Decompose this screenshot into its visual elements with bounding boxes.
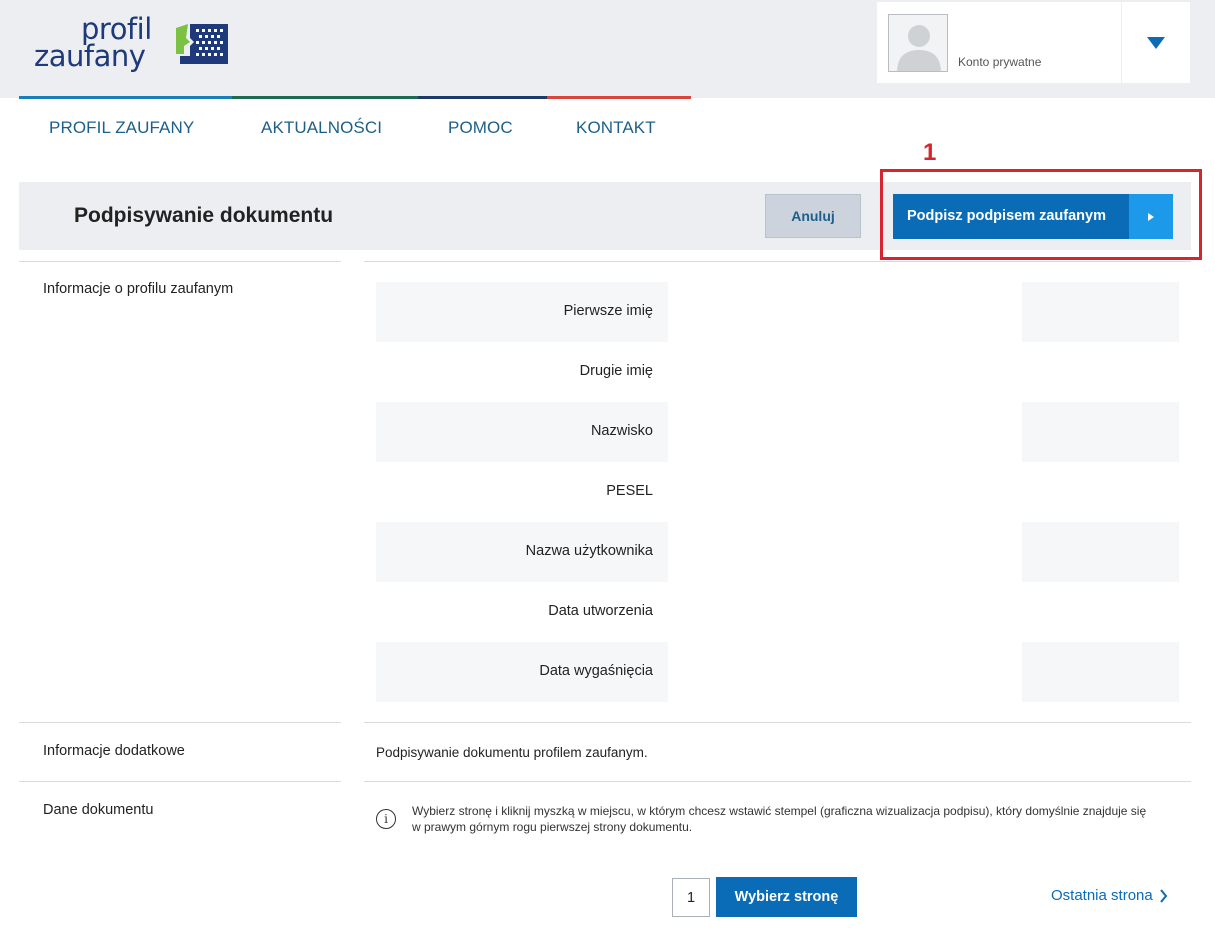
chevron-down-icon: [1147, 36, 1165, 49]
profil-zaufany-logo[interactable]: profil zaufany: [34, 15, 234, 76]
page-number-input[interactable]: [672, 878, 710, 917]
annotation-highlight-box: [880, 169, 1202, 260]
table-row: Drugie imię: [376, 342, 1179, 402]
annotation-number: 1: [923, 139, 937, 166]
main-nav: PROFIL ZAUFANY AKTUALNOŚCI POMOC KONTAKT: [0, 99, 700, 155]
table-row: Pierwsze imię: [376, 282, 1179, 342]
page-title: Podpisywanie dokumentu: [74, 204, 334, 227]
field-value-second-name: [668, 342, 1022, 402]
nav-item-kontakt[interactable]: KONTAKT: [576, 118, 656, 138]
divider: [364, 781, 1191, 782]
chevron-right-icon: [1159, 888, 1168, 903]
section-label-profile-info: Informacje o profilu zaufanym: [43, 281, 234, 297]
logo-text: profil zaufany: [34, 15, 152, 73]
nav-item-profil-zaufany[interactable]: PROFIL ZAUFANY: [49, 118, 194, 138]
choose-page-button[interactable]: Wybierz stronę: [716, 877, 857, 917]
field-label-second-name: Drugie imię: [579, 363, 653, 379]
nav-item-pomoc[interactable]: POMOC: [448, 118, 513, 138]
section-label-document-data: Dane dokumentu: [43, 802, 154, 818]
field-value-pesel: [668, 462, 1022, 522]
last-page-link[interactable]: Ostatnia strona: [1051, 887, 1168, 904]
field-label-first-name: Pierwsze imię: [563, 303, 653, 319]
profile-info-table: Pierwsze imię Drugie imię Nazwisko PESEL…: [376, 282, 1179, 702]
logo-line-2: zaufany: [34, 39, 146, 73]
additional-info-text: Podpisywanie dokumentu profilem zaufanym…: [376, 745, 648, 760]
field-label-pesel: PESEL: [606, 483, 653, 499]
account-type-label: Konto prywatne: [958, 55, 1042, 69]
table-row: Nazwisko: [376, 402, 1179, 462]
field-value-first-name: [668, 282, 1022, 342]
table-row: Data wygaśnięcia: [376, 642, 1179, 702]
field-label-username: Nazwa użytkownika: [525, 543, 653, 559]
document-instruction-text: Wybierz stronę i kliknij myszką w miejsc…: [412, 804, 1147, 834]
table-row: PESEL: [376, 462, 1179, 522]
divider: [19, 781, 341, 782]
divider: [364, 261, 1191, 262]
field-value-created-date: [668, 582, 1022, 642]
logo-mark-icon: [176, 24, 228, 64]
avatar: [888, 14, 948, 72]
info-icon: i: [376, 809, 396, 829]
table-row: Nazwa użytkownika: [376, 522, 1179, 582]
section-label-additional-info: Informacje dodatkowe: [43, 743, 185, 759]
nav-item-aktualnosci[interactable]: AKTUALNOŚCI: [261, 118, 382, 138]
account-box[interactable]: Konto prywatne: [877, 2, 1121, 83]
field-label-created-date: Data utworzenia: [548, 603, 653, 619]
field-label-expiry-date: Data wygaśnięcia: [539, 663, 653, 679]
user-silhouette-icon: [897, 25, 941, 71]
divider: [19, 722, 341, 723]
field-value-surname: [668, 402, 1022, 462]
field-value-expiry-date: [668, 642, 1022, 702]
field-value-username: [668, 522, 1022, 582]
last-page-label: Ostatnia strona: [1051, 887, 1153, 904]
cancel-button[interactable]: Anuluj: [765, 194, 861, 238]
account-dropdown-button[interactable]: [1122, 2, 1190, 83]
divider: [19, 261, 341, 262]
table-row: Data utworzenia: [376, 582, 1179, 642]
field-label-surname: Nazwisko: [590, 423, 653, 439]
divider: [364, 722, 1191, 723]
